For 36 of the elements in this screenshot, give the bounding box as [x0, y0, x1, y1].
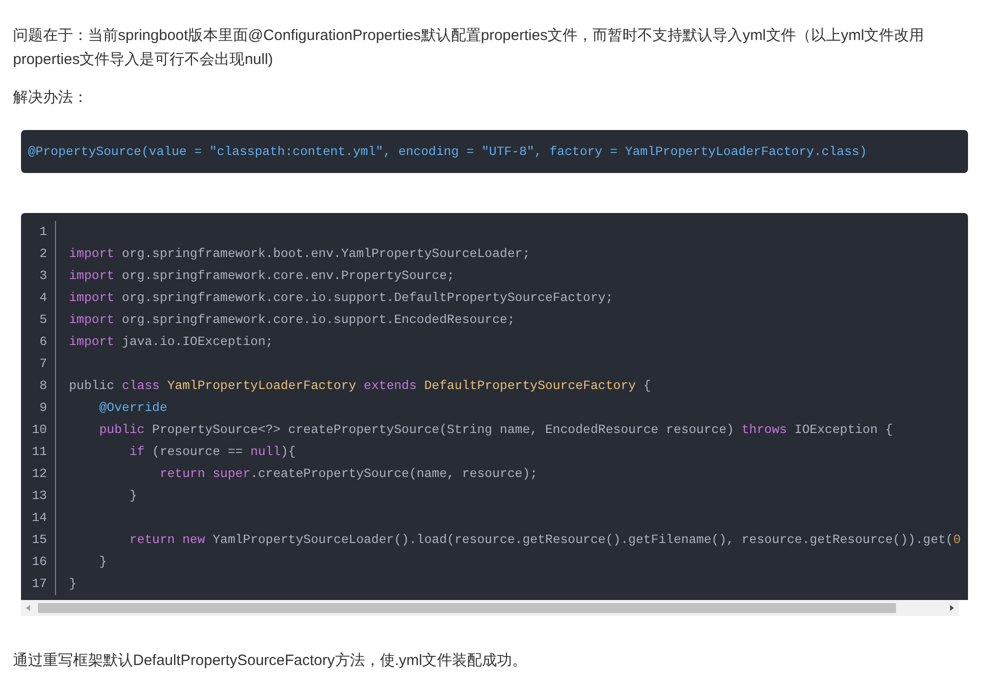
- code-line: if (resource == null){: [128, 444, 297, 460]
- horizontal-scrollbar[interactable]: [21, 600, 959, 616]
- line-number: 15: [30, 532, 47, 548]
- line-number: 5: [38, 312, 47, 328]
- line-number: 7: [38, 356, 47, 372]
- code-line: }: [69, 576, 78, 592]
- code-line: return super.createPropertySource(name, resource);: [158, 466, 539, 482]
- line-number: 8: [38, 378, 47, 394]
- code-line: import org.springframework.boot.env.YamlPropertySourceLoader;: [69, 246, 532, 262]
- line-number: 13: [30, 488, 47, 504]
- line-number: 6: [38, 334, 47, 350]
- code-line: import org.springframework.core.env.PropertySource;: [69, 268, 456, 284]
- line-number: 12: [30, 466, 47, 482]
- line-number: 1: [38, 224, 47, 240]
- code-line: public class YamlPropertyLoaderFactory extends DefaultPropertySourceFactory {: [69, 378, 652, 394]
- line-number: 16: [30, 554, 47, 570]
- paragraph-text: 通过重写框架默认DefaultPropertySourceFactory方法，使.yml文件装配成功。: [13, 650, 528, 670]
- code-line: @Override: [98, 400, 168, 416]
- line-number: 14: [30, 510, 47, 526]
- line-number: 11: [30, 444, 47, 460]
- paragraph-text: 解决办法：: [13, 88, 89, 108]
- code-line: }: [128, 488, 138, 504]
- line-number: 10: [30, 422, 47, 438]
- code-line: return new YamlPropertySourceLoader().load(resource.getResource().getFilename(), resource.getResource()).get(0: [128, 532, 962, 548]
- line-number: 17: [30, 576, 47, 592]
- code-line: @PropertySource(value = "classpath:content.yml", encoding = "UTF-8", factory = YamlPropertyLoaderFactory.class): [28, 145, 867, 159]
- line-number: 9: [38, 400, 47, 416]
- code-line: import org.springframework.core.io.support.EncodedResource;: [69, 312, 516, 328]
- line-number: 2: [38, 246, 47, 262]
- code-line: }: [98, 554, 108, 570]
- code-line: import org.springframework.core.io.support.DefaultPropertySourceFactory;: [69, 290, 614, 306]
- paragraph-text: 问题在于：当前springboot版本里面@ConfigurationProperties默认配置properties文件，而暂时不支持默认导入yml文件（以上yml文件改用properties文件导入是可行不会出现null): [13, 26, 926, 70]
- code-line: import java.io.IOException;: [69, 334, 274, 350]
- line-number: 3: [38, 268, 47, 284]
- line-number: 4: [38, 290, 47, 306]
- code-line: public PropertySource<?> createPropertySource(String name, EncodedResource resource) throws IOException {: [98, 422, 894, 438]
